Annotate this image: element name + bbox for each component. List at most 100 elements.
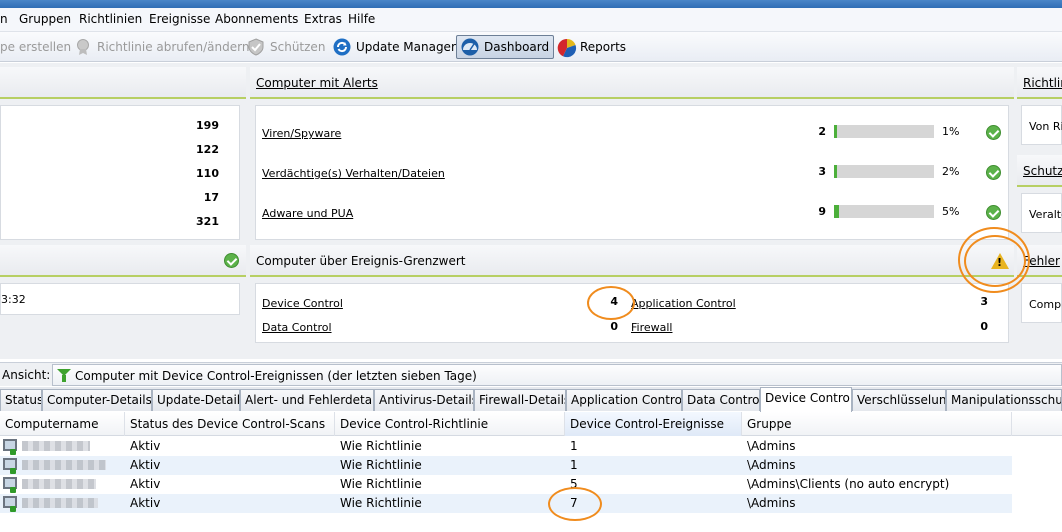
threshold-link-data-control[interactable]: Data Control	[262, 321, 332, 334]
computer-icon	[3, 439, 17, 455]
left-panel-header	[0, 67, 246, 99]
policy-panel-body: Von Ri	[1021, 105, 1062, 145]
tab-antivirus-details[interactable]: Antivirus-Details	[374, 389, 474, 411]
policy-button[interactable]: Richtlinie abrufen/ändern	[74, 35, 249, 59]
errors-panel-text: Compu	[1029, 298, 1062, 311]
menu-item-tools[interactable]: Extras	[304, 12, 342, 26]
tab-encryption[interactable]: Verschlüsselung	[852, 389, 946, 411]
policy-panel-title[interactable]: Richtlin	[1023, 76, 1062, 90]
table-row[interactable]: Aktiv Wie Richtlinie 7 \Admins	[0, 494, 1012, 513]
alert-bar-suspicious	[834, 165, 934, 178]
alert-bar-fill	[834, 205, 839, 218]
left-panel2-body: 3:32	[0, 283, 240, 315]
column-header-policy[interactable]: Device Control-Richtlinie	[335, 412, 565, 436]
alerts-panel-title[interactable]: Computer mit Alerts	[256, 76, 378, 90]
create-group-button[interactable]: pe erstellen	[0, 35, 71, 59]
table-row[interactable]: Aktiv Wie Richtlinie 1 \Admins	[0, 456, 1012, 475]
tab-update-details[interactable]: Update-Details	[152, 389, 240, 411]
view-selector-value: Computer mit Device Control-Ereignissen …	[75, 369, 477, 383]
alert-pct-suspicious: 2%	[942, 165, 960, 178]
shield-icon	[247, 38, 265, 56]
reports-button[interactable]: Reports	[557, 35, 626, 59]
policy-cell: Wie Richtlinie	[340, 477, 422, 491]
threshold-panel-title: Computer über Ereignis-Grenzwert	[256, 254, 466, 268]
redacted-computer-name	[22, 479, 96, 489]
dashboard-button[interactable]: Dashboard	[456, 35, 555, 59]
events-cell: 1	[570, 458, 578, 472]
ok-check-icon	[986, 205, 1001, 220]
detail-tabs: Status Computer-Details Update-Details A…	[0, 387, 1062, 412]
protect-label: Schützen	[270, 40, 326, 54]
group-cell: \Admins\Clients (no auto encrypt)	[747, 477, 950, 491]
alert-bar-fill	[834, 165, 837, 178]
threshold-panel-body: Device Control 4 Data Control 0 Applicat…	[255, 283, 1009, 343]
errors-panel-body: Compu	[1021, 283, 1062, 323]
menu-item-events[interactable]: Ereignisse	[149, 12, 210, 26]
redacted-computer-name	[22, 498, 98, 508]
update-manager-button[interactable]: Update Manager	[333, 35, 456, 59]
alert-count-suspicious: 3	[818, 165, 826, 178]
protection-panel-title[interactable]: Schutz	[1023, 164, 1062, 178]
group-cell: \Admins	[747, 439, 796, 453]
alert-link-adware[interactable]: Adware und PUA	[262, 207, 353, 220]
tab-alert-error-details[interactable]: Alert- und Fehlerdetails	[240, 389, 374, 411]
left-count-2: 122	[196, 143, 219, 156]
alert-count-adware: 9	[818, 205, 826, 218]
toolbar: pe erstellen Richtlinie abrufen/ändern S…	[0, 32, 1062, 62]
tab-computer-details[interactable]: Computer-Details	[42, 389, 152, 411]
threshold-count-application-control: 3	[980, 295, 988, 308]
view-selector[interactable]: Computer mit Device Control-Ereignissen …	[52, 364, 1062, 386]
threshold-link-device-control[interactable]: Device Control	[262, 297, 343, 310]
menu-item-view[interactable]: n	[0, 12, 8, 26]
menu-item-policies[interactable]: Richtlinien	[79, 12, 142, 26]
last-update-time: 3:32	[1, 293, 26, 306]
table-row[interactable]: Aktiv Wie Richtlinie 5 \Admins\Clients (…	[0, 475, 1012, 494]
alert-link-virus[interactable]: Viren/Spyware	[262, 127, 341, 140]
protection-panel-text: Veralte	[1029, 208, 1062, 221]
policy-panel-header: Richtlin	[1017, 67, 1062, 99]
redacted-computer-name	[22, 441, 90, 451]
grid-header: Computername Status des Device Control-S…	[0, 412, 1062, 436]
column-header-computer-name[interactable]: Computername	[0, 412, 125, 436]
column-header-group[interactable]: Gruppe	[742, 412, 1012, 436]
alert-link-suspicious[interactable]: Verdächtige(s) Verhalten/Dateien	[262, 167, 445, 180]
menu-item-help[interactable]: Hilfe	[348, 12, 375, 26]
dashboard-gauge-icon	[461, 38, 479, 56]
alert-bar-virus	[834, 125, 934, 138]
column-header-events[interactable]: Device Control-Ereignisse	[565, 412, 742, 436]
highlight-ring	[587, 286, 635, 320]
threshold-link-firewall[interactable]: Firewall	[631, 321, 672, 334]
update-manager-label: Update Manager	[356, 40, 456, 54]
refresh-icon	[333, 38, 351, 56]
tab-data-control[interactable]: Data Control	[682, 389, 760, 411]
left-count-3: 110	[196, 167, 219, 180]
threshold-link-application-control[interactable]: Application Control	[631, 297, 736, 310]
tab-tamper-protection[interactable]: Manipulationsschutz	[946, 389, 1062, 411]
column-header-scan-status[interactable]: Status des Device Control-Scans	[125, 412, 335, 436]
tab-device-control[interactable]: Device Control	[760, 387, 852, 412]
threshold-panel-header: Computer über Ereignis-Grenzwert	[250, 245, 1014, 277]
table-row[interactable]: Aktiv Wie Richtlinie 1 \Admins	[0, 437, 1012, 456]
title-bar	[0, 0, 1062, 8]
ok-check-icon	[986, 165, 1001, 180]
highlight-ring	[964, 235, 1026, 287]
left-count-1: 199	[196, 119, 219, 132]
protection-panel-header: Schutz	[1017, 155, 1062, 187]
menu-item-subscriptions[interactable]: Abonnements	[215, 12, 298, 26]
filter-icon	[57, 369, 71, 382]
view-filter-bar: Ansicht: Computer mit Device Control-Ere…	[0, 362, 1062, 386]
alerts-panel-header: Computer mit Alerts	[250, 67, 1014, 99]
ok-check-icon	[986, 125, 1001, 140]
tab-status[interactable]: Status	[0, 389, 42, 411]
highlight-ring	[548, 487, 602, 521]
redacted-computer-name	[22, 460, 106, 470]
left-panel-body: 199 122 110 17 321	[0, 105, 240, 240]
alert-pct-virus: 1%	[942, 125, 960, 138]
menu-item-groups[interactable]: Gruppen	[19, 12, 71, 26]
tab-firewall-details[interactable]: Firewall-Details	[474, 389, 566, 411]
pie-chart-icon	[557, 38, 577, 58]
left-count-5: 321	[196, 215, 219, 228]
computer-icon	[3, 477, 17, 493]
tab-application-control[interactable]: Application Control	[566, 389, 682, 411]
protect-button[interactable]: Schützen	[247, 35, 325, 59]
